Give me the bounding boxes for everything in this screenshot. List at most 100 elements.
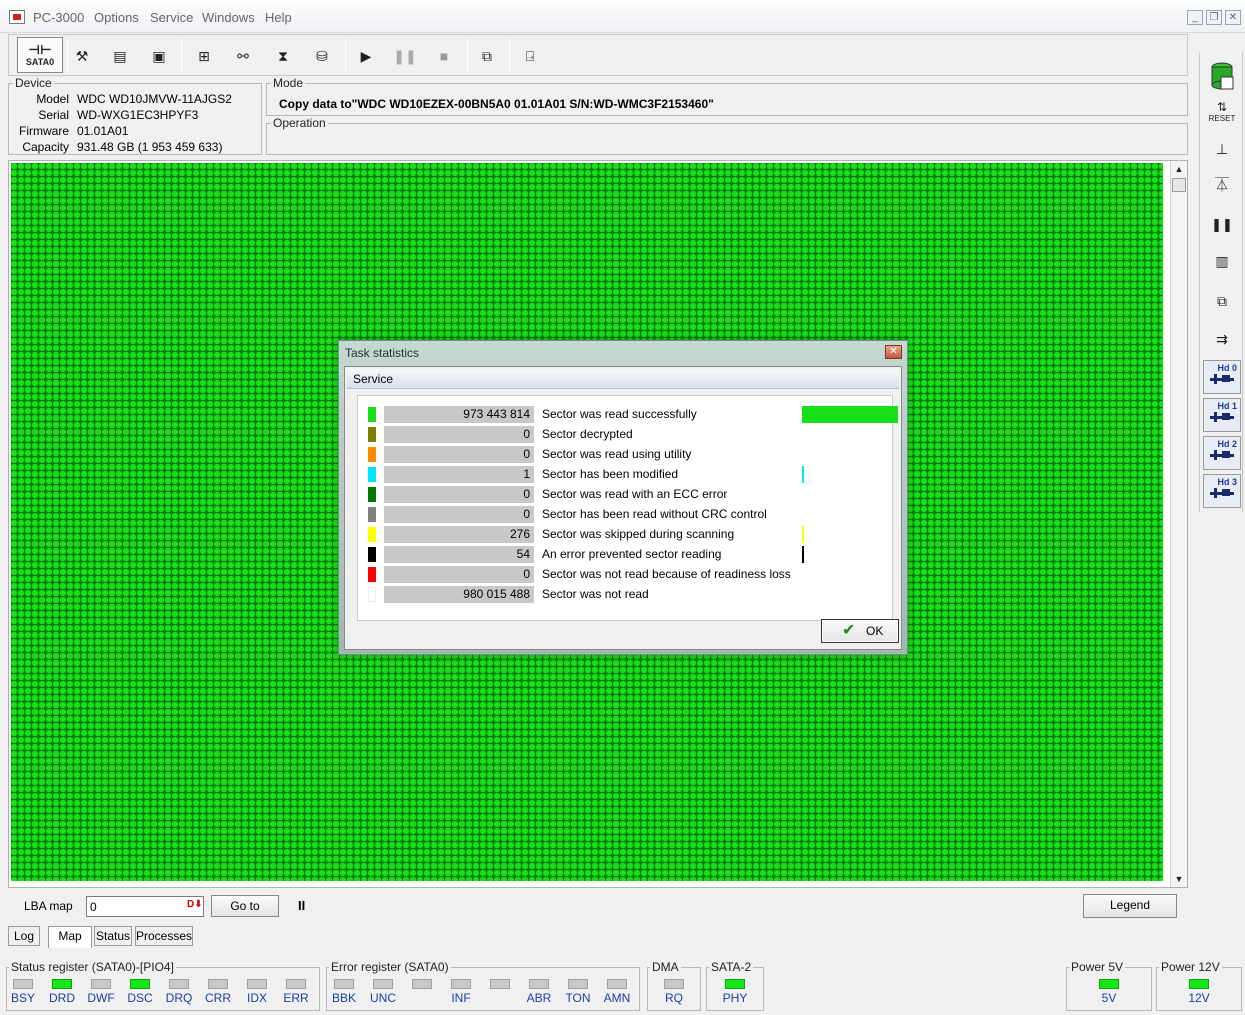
right-toolbar: ⇅ RESET ⊥ ⏄ ❚❚ ▥ ⧉ ⇉ Hd 0 Hd 1 Hd 2 Hd 3 bbox=[1199, 52, 1243, 512]
dialog-body: Service 973 443 814 Sector was read succe… bbox=[344, 366, 902, 650]
sata-port-icon: ⊣⊢ bbox=[28, 42, 52, 57]
connect-icon[interactable]: ⊥ bbox=[1206, 134, 1238, 164]
copy-icon[interactable]: ⧉ bbox=[1206, 286, 1238, 316]
percent-chip-icon[interactable]: ▣ bbox=[142, 39, 176, 73]
sata2-phy-led bbox=[725, 979, 745, 989]
pause-icon[interactable]: ❚❚ bbox=[1206, 210, 1238, 240]
status-color-swatch bbox=[368, 467, 376, 482]
database-icon[interactable] bbox=[1206, 58, 1238, 94]
power5v-title: Power 5V bbox=[1069, 960, 1126, 974]
memory-chip-icon[interactable]: ▤ bbox=[103, 39, 137, 73]
flash-icon[interactable]: ⧗ bbox=[266, 39, 300, 73]
device-capacity-value: 931.48 GB (1 953 459 633) bbox=[77, 140, 223, 154]
error-register-panel: Error register (SATA0) BBK UNC INF ABR TON AM… bbox=[326, 960, 640, 1011]
sata0-button[interactable]: ⊣⊢ SATA0 bbox=[17, 37, 63, 73]
close-button[interactable]: ✕ bbox=[1225, 10, 1241, 25]
hd3-button[interactable]: Hd 3 bbox=[1203, 474, 1241, 508]
scroll-down-icon[interactable]: ▼ bbox=[1171, 871, 1187, 887]
reset-label: RESET bbox=[1208, 113, 1236, 123]
error-bit-led bbox=[607, 979, 627, 989]
sata2-phy-label: PHY bbox=[722, 991, 748, 1005]
app-icon bbox=[9, 10, 25, 24]
statistics-count: 980 015 488 bbox=[384, 586, 534, 603]
power12v-panel: Power 12V 12V bbox=[1156, 960, 1242, 1011]
error-bit-led bbox=[490, 979, 510, 989]
exit-icon[interactable]: ⍈ bbox=[513, 39, 547, 73]
task-statistics-dialog: Task statistics ✕ Service 973 443 814 Sec… bbox=[338, 340, 908, 655]
tab-processes[interactable]: Processes bbox=[135, 926, 193, 946]
menu-help[interactable]: Help bbox=[265, 10, 292, 25]
status-bit-led bbox=[247, 979, 267, 989]
menu-service[interactable]: Service bbox=[150, 10, 193, 25]
menu-windows[interactable]: Windows bbox=[202, 10, 255, 25]
status-color-swatch bbox=[368, 547, 376, 562]
statistics-row: 54 An error prevented sector reading bbox=[358, 544, 894, 564]
device-model-label: Model bbox=[36, 92, 69, 106]
binoculars-icon[interactable]: ⚯ bbox=[226, 39, 260, 73]
menu-options[interactable]: Options bbox=[94, 10, 139, 25]
power12v-label: 12V bbox=[1188, 991, 1210, 1005]
statistics-bar bbox=[802, 546, 804, 563]
device-serial-label: Serial bbox=[38, 108, 69, 122]
map-pause-button[interactable]: II bbox=[298, 898, 305, 913]
statistics-description: Sector was read using utility bbox=[542, 447, 692, 461]
dialog-title: Task statistics bbox=[345, 346, 420, 360]
status-color-swatch bbox=[368, 407, 376, 422]
ok-label: OK bbox=[866, 624, 884, 638]
stop-icon[interactable]: ■ bbox=[427, 39, 461, 73]
pause-icon[interactable]: ❚❚ bbox=[388, 39, 422, 73]
statistics-count: 54 bbox=[384, 546, 534, 563]
statistics-description: Sector was skipped during scanning bbox=[542, 527, 735, 541]
hd0-button[interactable]: Hd 0 bbox=[1203, 360, 1241, 394]
status-bit-label: DWF bbox=[87, 991, 115, 1005]
tools-icon[interactable]: ⚒ bbox=[65, 39, 99, 73]
hd1-button[interactable]: Hd 1 bbox=[1203, 398, 1241, 432]
copy-windows-icon[interactable]: ⧉ bbox=[470, 39, 504, 73]
error-bit-led bbox=[334, 979, 354, 989]
error-bit-led bbox=[568, 979, 588, 989]
scroll-thumb[interactable] bbox=[1172, 178, 1186, 192]
ok-button[interactable]: ✔ OK bbox=[821, 619, 899, 643]
hd3-label: Hd 3 bbox=[1217, 477, 1237, 487]
lba-icon[interactable]: ▥ bbox=[1206, 246, 1238, 276]
lba-dropdown-icon[interactable]: D⬇ bbox=[187, 899, 203, 910]
reset-icon[interactable]: ⇅ RESET bbox=[1206, 96, 1238, 126]
statistics-bar bbox=[802, 526, 804, 543]
error-bit-led bbox=[412, 979, 432, 989]
tree-icon[interactable]: ⊞ bbox=[187, 39, 221, 73]
hd2-button[interactable]: Hd 2 bbox=[1203, 436, 1241, 470]
status-bit-label: ERR bbox=[283, 991, 309, 1005]
sata0-label: SATA0 bbox=[25, 57, 55, 67]
disk-read-icon[interactable]: ⛁ bbox=[305, 39, 339, 73]
map-scrollbar[interactable]: ▲ ▼ bbox=[1170, 161, 1187, 887]
tab-map[interactable]: Map bbox=[48, 926, 92, 948]
statistics-count: 0 bbox=[384, 566, 534, 583]
hd0-label: Hd 0 bbox=[1217, 363, 1237, 373]
statistics-description: An error prevented sector reading bbox=[542, 547, 722, 561]
tab-log[interactable]: Log bbox=[8, 926, 40, 946]
restore-button[interactable]: ❐ bbox=[1206, 10, 1222, 25]
device-capacity-label: Capacity bbox=[22, 140, 69, 154]
dialog-section-label: Service bbox=[353, 372, 394, 386]
status-bit-led bbox=[13, 979, 33, 989]
status-color-swatch bbox=[368, 527, 376, 542]
error-register-title: Error register (SATA0) bbox=[329, 960, 451, 974]
voltage-icon[interactable]: ⏄ bbox=[1206, 170, 1238, 200]
statistics-description: Sector was not read because of readiness… bbox=[542, 567, 791, 581]
device-title: Device bbox=[13, 76, 54, 90]
hd2-label: Hd 2 bbox=[1217, 439, 1237, 449]
tab-status[interactable]: Status bbox=[94, 926, 132, 946]
statistics-row: 276 Sector was skipped during scanning bbox=[358, 524, 894, 544]
cable-icon[interactable]: ⇉ bbox=[1206, 324, 1238, 354]
legend-button[interactable]: Legend bbox=[1083, 894, 1177, 918]
device-serial-value: WD-WXG1EC3HPYF3 bbox=[77, 108, 199, 122]
scroll-up-icon[interactable]: ▲ bbox=[1171, 161, 1187, 177]
error-bit-led bbox=[373, 979, 393, 989]
dialog-close-icon[interactable]: ✕ bbox=[885, 345, 902, 359]
statistics-description: Sector was read with an ECC error bbox=[542, 487, 728, 501]
statistics-count: 1 bbox=[384, 466, 534, 483]
play-icon[interactable]: ▶ bbox=[349, 39, 383, 73]
device-firmware-label: Firmware bbox=[19, 124, 69, 138]
minimize-button[interactable]: _ bbox=[1187, 10, 1203, 25]
goto-button[interactable]: Go to bbox=[211, 895, 279, 917]
